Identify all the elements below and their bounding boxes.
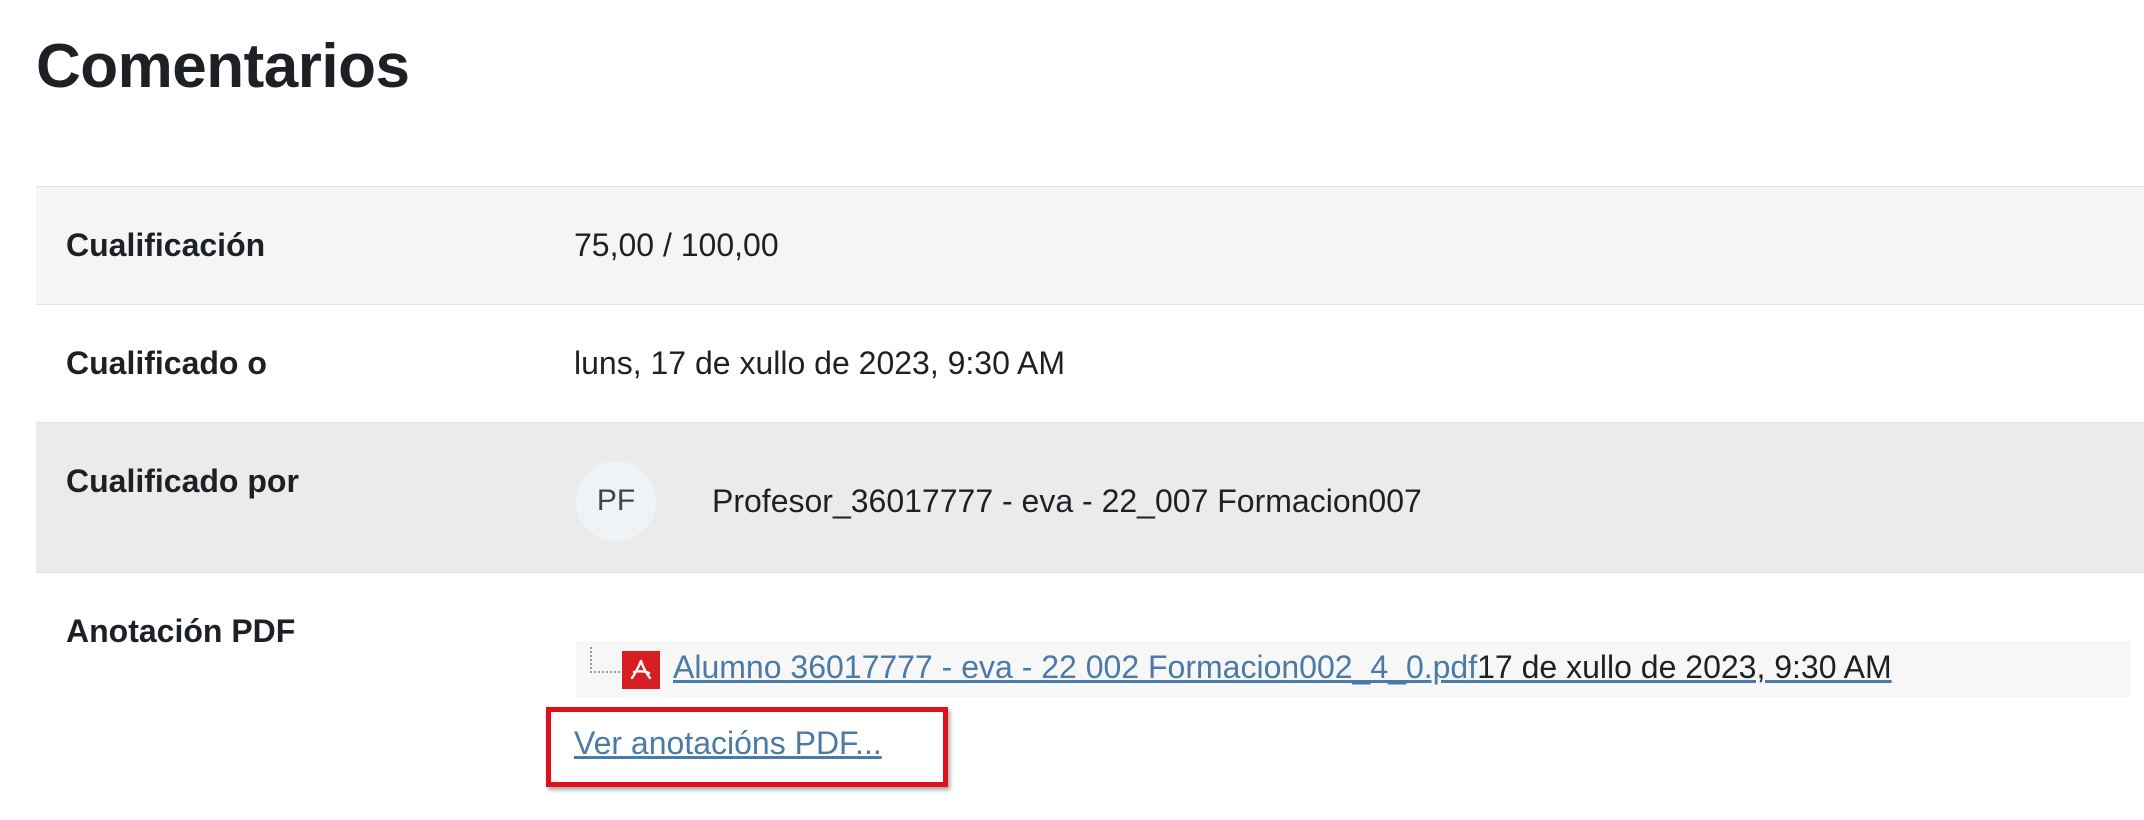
graded-on-value: luns, 17 de xullo de 2023, 9:30 AM xyxy=(574,345,1066,381)
pdf-annotation-label: Anotación PDF xyxy=(66,613,296,649)
pdf-glyph-icon xyxy=(630,659,652,680)
grade-row: Cualificación 75,00 / 100,00 xyxy=(36,187,2144,305)
graded-on-label: Cualificado o xyxy=(66,345,267,381)
feedback-table: Cualificación 75,00 / 100,00 Cualificado… xyxy=(36,186,2144,813)
grade-value: 75,00 / 100,00 xyxy=(574,227,779,263)
grade-label: Cualificación xyxy=(66,227,266,263)
graded-on-row: Cualificado o luns, 17 de xullo de 2023,… xyxy=(36,305,2144,423)
grader-name: Profesor_36017777 - eva - 22_007 Formaci… xyxy=(712,483,1422,519)
graded-by-label: Cualificado por xyxy=(66,463,299,499)
avatar[interactable]: PF xyxy=(576,461,656,541)
pdf-file-link[interactable]: Alumno 36017777 - eva - 22 002 Formacion… xyxy=(673,649,1892,686)
pdf-annotation-row: Anotación PDF Alumno 36017777 - eva - 22… xyxy=(36,573,2144,813)
page-title: Comentarios xyxy=(36,32,410,101)
feedback-page: Comentarios Cualificación 75,00 / 100,00… xyxy=(0,0,2144,820)
file-tree-item: Alumno 36017777 - eva - 22 002 Formacion… xyxy=(576,641,2131,697)
pdf-file-date: 17 de xullo de 2023, 9:30 AM xyxy=(1477,649,1892,685)
graded-by-row: Cualificado por PF Profesor_36017777 - e… xyxy=(36,423,2144,573)
pdf-icon xyxy=(622,651,660,689)
view-pdf-annotations-link[interactable]: Ver anotacións PDF... xyxy=(574,725,882,762)
pdf-file-name[interactable]: Alumno 36017777 - eva - 22 002 Formacion… xyxy=(673,649,1477,685)
tree-branch-icon xyxy=(590,647,620,673)
